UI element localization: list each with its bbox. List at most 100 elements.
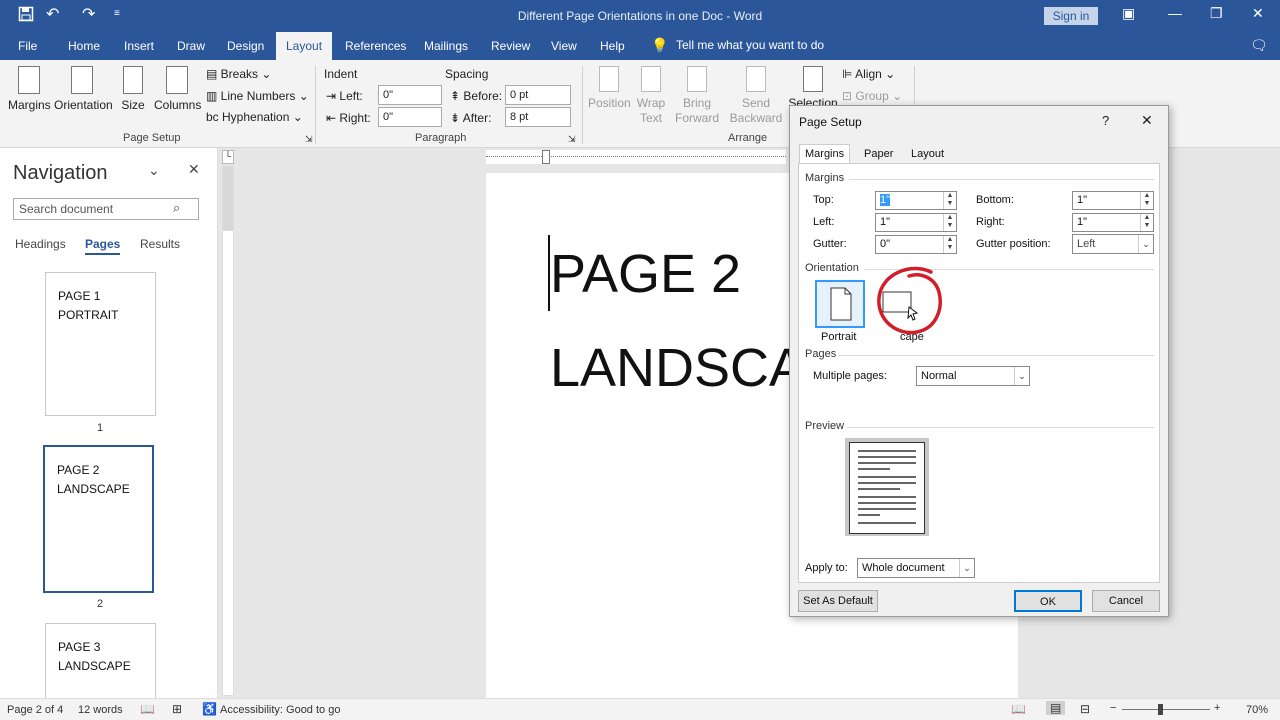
cancel-button[interactable]: Cancel <box>1092 590 1160 612</box>
help-button[interactable]: ? <box>1102 113 1109 128</box>
hyphenation-button[interactable]: bc Hyphenation ⌄ <box>206 110 303 124</box>
dialog-close-button[interactable]: ✕ <box>1141 112 1153 129</box>
page-thumbnail[interactable]: PAGE 1 PORTRAIT <box>45 272 156 416</box>
proofing-icon[interactable]: 📖 <box>140 702 155 716</box>
ruler-ticks <box>486 156 786 157</box>
tab-paper[interactable]: Paper <box>864 148 893 160</box>
navigation-pane: Navigation ⌄ ✕ Search document ⌕ Heading… <box>0 148 218 698</box>
breaks-button[interactable]: ▤ Breaks ⌄ <box>206 67 271 81</box>
tab-selector-icon[interactable]: └ <box>222 150 234 164</box>
web-layout-icon[interactable]: ⊟ <box>1080 702 1090 716</box>
portrait-icon <box>830 287 852 321</box>
tab-view[interactable]: View <box>551 39 577 53</box>
comments-icon[interactable]: 🗨 <box>1250 37 1268 54</box>
selection-pane-icon <box>803 66 823 92</box>
ok-button[interactable]: OK <box>1014 590 1082 612</box>
accessibility-icon[interactable]: ♿ <box>202 702 217 716</box>
macro-icon[interactable]: ⊞ <box>172 702 182 716</box>
accessibility-status[interactable]: Accessibility: Good to go <box>220 704 340 716</box>
tab-design[interactable]: Design <box>227 39 264 53</box>
line-numbers-button[interactable]: ▥ Line Numbers ⌄ <box>206 89 309 103</box>
chevron-down-icon[interactable]: ⌄ <box>148 162 160 179</box>
group-button[interactable]: ⊡ Group ⌄ <box>842 89 902 103</box>
zoom-slider[interactable] <box>1122 709 1210 710</box>
spacing-before-input[interactable]: 0 pt <box>505 85 571 105</box>
gutter-input[interactable]: 0" ▲ ▼ <box>875 235 957 254</box>
ribbon-display-icon[interactable]: ▣ <box>1122 5 1135 22</box>
tab-mailings[interactable]: Mailings <box>424 39 468 53</box>
columns-button[interactable]: Columns <box>154 66 202 112</box>
send-backward-button[interactable]: Send Backward <box>726 66 786 126</box>
align-button[interactable]: ⊫ Align ⌄ <box>842 67 895 81</box>
wrap-text-button[interactable]: Wrap Text <box>634 66 668 126</box>
indent-left-label: ⇥ Left: <box>326 89 363 103</box>
orientation-button[interactable]: Orientation <box>54 66 113 112</box>
zoom-level[interactable]: 70% <box>1246 704 1268 716</box>
minimize-icon[interactable]: — <box>1168 5 1182 21</box>
tab-references[interactable]: References <box>345 39 406 53</box>
spacing-after-input[interactable]: 8 pt <box>505 107 571 127</box>
size-button[interactable]: Size <box>120 66 146 112</box>
page-setup-launcher-icon[interactable]: ⇲ <box>305 134 313 145</box>
title-bar: ↶ ↷ ≡ Different Page Orientations in one… <box>0 0 1280 32</box>
margins-section-label: Margins <box>805 172 845 184</box>
position-button[interactable]: Position <box>588 66 631 110</box>
paragraph-launcher-icon[interactable]: ⇲ <box>568 134 576 145</box>
align-label: Align <box>855 67 882 81</box>
set-as-default-button[interactable]: Set As Default <box>798 590 878 612</box>
columns-label: Columns <box>154 98 202 112</box>
arrange-group-label: Arrange <box>728 132 768 144</box>
tab-layout[interactable]: Layout <box>911 148 944 160</box>
tab-home[interactable]: Home <box>68 39 100 53</box>
bottom-margin-input[interactable]: 1" ▲ ▼ <box>1072 191 1154 210</box>
right-margin-input[interactable]: 1" ▲ ▼ <box>1072 213 1154 232</box>
apply-to-select[interactable]: Whole document ⌄ <box>857 558 975 578</box>
portrait-option[interactable] <box>815 280 865 328</box>
print-layout-icon[interactable]: ▤ <box>1046 701 1066 715</box>
spinner-icon[interactable]: ▲ ▼ <box>943 214 956 231</box>
margins-button[interactable]: Margins <box>8 66 51 112</box>
spinner-icon[interactable]: ▲ ▼ <box>1140 192 1153 209</box>
spinner-icon[interactable]: ▲ ▼ <box>943 236 956 253</box>
left-margin-input[interactable]: 1" ▲ ▼ <box>875 213 957 232</box>
top-margin-input[interactable]: 1" ▲ ▼ <box>875 191 957 210</box>
indent-left-input[interactable]: 0" <box>378 85 442 105</box>
bring-forward-button[interactable]: Bring Forward <box>672 66 722 126</box>
spinner-icon[interactable]: ▲ ▼ <box>1140 214 1153 231</box>
tab-margins[interactable]: Margins <box>799 144 851 164</box>
zoom-slider-thumb[interactable] <box>1158 704 1163 715</box>
tab-insert[interactable]: Insert <box>124 39 154 53</box>
tab-file[interactable]: File <box>18 39 37 53</box>
tab-review[interactable]: Review <box>491 39 530 53</box>
read-mode-icon[interactable]: 📖 <box>1011 702 1026 716</box>
red-circle-annotation <box>877 266 942 335</box>
tab-results[interactable]: Results <box>140 237 180 251</box>
indent-right-input[interactable]: 0" <box>378 107 442 127</box>
sign-in-button[interactable]: Sign in <box>1044 7 1098 25</box>
page-count-status[interactable]: Page 2 of 4 <box>7 704 63 716</box>
restore-icon[interactable]: ❐ <box>1210 5 1223 22</box>
gutter-position-select[interactable]: Left ⌄ <box>1072 234 1154 254</box>
tab-pages[interactable]: Pages <box>85 237 121 255</box>
spinner-icon[interactable]: ▲ ▼ <box>943 192 956 209</box>
zoom-in-icon[interactable]: + <box>1214 702 1220 714</box>
tab-draw[interactable]: Draw <box>177 39 205 53</box>
page-thumbnail-selected[interactable]: PAGE 2 LANDSCAPE <box>43 445 154 593</box>
horizontal-ruler <box>486 150 786 164</box>
page-thumbnail[interactable]: PAGE 3 LANDSCAPE <box>45 623 156 698</box>
search-icon[interactable]: ⌕ <box>173 200 180 216</box>
tell-me-search[interactable]: Tell me what you want to do <box>676 38 824 52</box>
ribbon-separator <box>582 66 583 144</box>
word-count-status[interactable]: 12 words <box>78 704 123 716</box>
search-input[interactable]: Search document <box>13 198 199 220</box>
zoom-out-icon[interactable]: − <box>1110 702 1116 714</box>
tab-layout[interactable]: Layout <box>276 32 333 60</box>
multiple-pages-value: Normal <box>921 370 957 382</box>
close-icon[interactable]: ✕ <box>1252 5 1264 22</box>
tab-headings[interactable]: Headings <box>15 237 66 251</box>
multiple-pages-select[interactable]: Normal ⌄ <box>916 366 1030 386</box>
tab-help[interactable]: Help <box>600 39 625 53</box>
close-icon[interactable]: ✕ <box>188 161 200 178</box>
indent-marker[interactable] <box>542 150 550 164</box>
selection-pane-button[interactable]: Selection <box>788 66 838 110</box>
